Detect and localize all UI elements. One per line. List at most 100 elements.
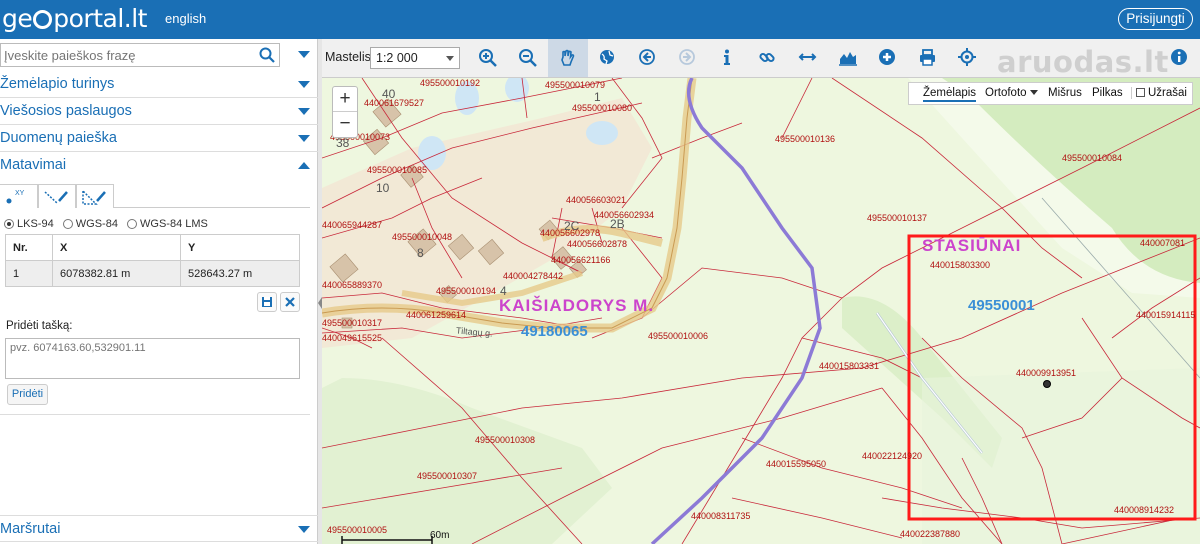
town-code-label: 49180065 <box>521 323 588 340</box>
radio-label: WGS-84 <box>75 218 118 230</box>
save-button[interactable] <box>257 292 277 312</box>
cell-y: 528643.27 m <box>180 260 300 287</box>
section-measurements[interactable]: Matavimai <box>0 152 318 179</box>
radio-lks94[interactable]: LKS-94 <box>4 218 54 230</box>
parcel-label: 495500010080 <box>572 103 633 113</box>
scale-value: 1:2 000 <box>376 51 418 65</box>
radio-label: WGS-84 LMS <box>140 218 208 230</box>
link-icon <box>759 52 775 63</box>
pan-button[interactable] <box>548 39 588 77</box>
labels-checkbox[interactable]: Užrašai <box>1131 87 1187 99</box>
section-routes[interactable]: Maršrutai <box>0 515 318 542</box>
sidebar: Žemėlapio turinys Viešosios paslaugos Du… <box>0 39 318 544</box>
labels-checkbox-label: Užrašai <box>1148 87 1187 99</box>
chevron-up-icon <box>298 162 310 169</box>
parcel-label: 440015595050 <box>766 459 827 469</box>
parcel-label: 440008914232 <box>1114 505 1175 515</box>
language-link[interactable]: english <box>165 11 206 26</box>
parcel-label: 495500010006 <box>648 331 709 341</box>
search-icon[interactable] <box>259 47 275 63</box>
logo[interactable]: ge portal.lt <box>2 4 147 33</box>
measure-area-icon <box>82 190 106 205</box>
scale-bar-label: 60m <box>430 530 450 541</box>
section-label: Matavimai <box>0 157 67 173</box>
zoom-in-button[interactable] <box>468 39 508 77</box>
measure-panel: XY LKS-94 WGS-84 WGS-84 LMS Nr. X Y 1 60… <box>0 182 310 415</box>
scale-select[interactable]: 1:2 000 <box>370 47 460 69</box>
radio-wgs84-lms[interactable]: WGS-84 LMS <box>127 218 208 230</box>
add-point-input[interactable] <box>5 338 300 379</box>
divider <box>0 414 310 415</box>
parcel-label: 495500010137 <box>867 213 928 223</box>
close-icon <box>285 297 295 307</box>
parcel-label: 495500010194 <box>436 286 497 296</box>
layer-mixed-tab[interactable]: Mišrus <box>1048 87 1082 99</box>
parcel-label: 440007081 <box>1140 238 1186 248</box>
col-header-x: X <box>52 234 181 261</box>
profile-button[interactable] <box>828 39 868 77</box>
parcel-label: 440056602878 <box>567 239 628 249</box>
cell-x: 6078382.81 m <box>52 260 181 287</box>
zoom-out-button[interactable] <box>508 39 548 77</box>
chevron-down-icon <box>446 56 454 61</box>
checkbox-icon <box>1136 88 1145 97</box>
section-label: Viešosios paslaugos <box>0 103 132 119</box>
house-number: 10 <box>376 181 390 195</box>
clear-button[interactable] <box>280 292 300 312</box>
scale-label: Mastelis: <box>325 50 375 64</box>
info-icon <box>724 49 730 65</box>
locate-button[interactable] <box>948 39 988 77</box>
parcel-label: 440004278442 <box>503 271 564 281</box>
login-button[interactable]: Prisijungti <box>1118 8 1193 30</box>
radio-label: LKS-94 <box>17 218 54 230</box>
map-zoom-out-button[interactable]: − <box>333 112 357 137</box>
parcel-label: 495500010317 <box>322 318 383 328</box>
back-icon <box>639 49 655 65</box>
parcel-label: 495500010084 <box>1062 153 1123 163</box>
radio-checked-icon <box>4 219 14 229</box>
search-input[interactable] <box>1 44 253 66</box>
parcel-label: 495500010079 <box>545 80 606 90</box>
radio-wgs84[interactable]: WGS-84 <box>62 218 118 230</box>
search-box <box>0 43 280 67</box>
parcel-label: 440022124920 <box>862 451 923 461</box>
logo-globe-icon <box>33 10 53 29</box>
tab-distance-measure[interactable] <box>38 184 76 208</box>
village-label: STASIŪNAI <box>922 236 1022 255</box>
col-header-y: Y <box>180 234 300 261</box>
section-data-search[interactable]: Duomenų paieška <box>0 125 318 152</box>
help-button[interactable] <box>1160 39 1200 77</box>
svg-text:XY: XY <box>15 190 25 197</box>
add-point-button[interactable]: Pridėti <box>7 384 48 405</box>
house-number: 2C <box>564 219 580 233</box>
print-button[interactable] <box>908 39 948 77</box>
table-row[interactable]: 1 6078382.81 m 528643.27 m <box>5 260 300 287</box>
map-toolbar: Mastelis: 1:2 000 aruodas.lt <box>322 39 1200 79</box>
parcel-label: 495500010308 <box>475 435 536 445</box>
measure-tool-tabs: XY <box>0 184 310 208</box>
tab-point-measure[interactable]: XY <box>0 184 38 208</box>
back-button[interactable] <box>628 39 668 77</box>
parcel-label: 495500010307 <box>417 471 478 481</box>
forward-button[interactable] <box>668 39 708 77</box>
chevron-down-icon <box>298 526 310 533</box>
map-zoom-in-button[interactable]: + <box>333 87 357 112</box>
chevron-down-icon <box>1029 90 1038 95</box>
col-header-nr: Nr. <box>5 234 53 261</box>
add-button[interactable] <box>868 39 908 77</box>
section-map-content[interactable]: Žemėlapio turinys <box>0 71 318 98</box>
section-public-services[interactable]: Viešosios paslaugos <box>0 98 318 125</box>
profile-icon <box>839 52 857 66</box>
info-button[interactable] <box>708 39 748 77</box>
search-options-chevron-down-icon[interactable] <box>298 51 310 58</box>
map-canvas[interactable]: 495500010192 495500010079 440061679527 4… <box>322 78 1200 544</box>
layer-map-tab[interactable]: Žemėlapis <box>923 87 977 102</box>
link-button[interactable] <box>748 39 788 77</box>
header-bar: ge portal.lt english Prisijungti <box>0 0 1200 39</box>
layer-ortho-tab[interactable]: Ortofoto <box>985 87 1038 99</box>
house-number: 1 <box>594 90 601 104</box>
layer-gray-tab[interactable]: Pilkas <box>1092 87 1123 99</box>
globe-button[interactable] <box>588 39 628 77</box>
measure-distance-button[interactable] <box>788 39 828 77</box>
tab-area-measure[interactable] <box>76 184 114 208</box>
